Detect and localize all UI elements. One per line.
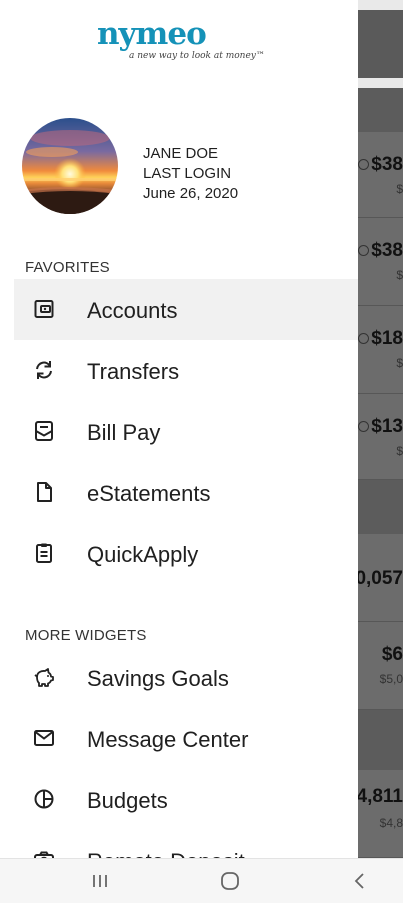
background-subamount: $5,0 <box>379 672 403 686</box>
background-subamount: $4,8 <box>379 816 403 830</box>
mail-icon <box>32 726 56 750</box>
background-amount: $38 <box>371 154 403 175</box>
sunset-photo <box>22 118 118 214</box>
circle-icon <box>358 245 369 256</box>
circle-icon <box>358 333 369 344</box>
user-name: JANE DOE <box>143 145 219 162</box>
circle-icon <box>358 421 369 432</box>
nav-item-accounts[interactable]: Accounts <box>14 279 358 340</box>
background-row: $13 $ <box>358 394 403 480</box>
last-login-date: June 26, 2020 <box>143 185 239 202</box>
more-widgets-heading: MORE WIDGETS <box>25 627 147 644</box>
nav-item-transfers[interactable]: Transfers <box>14 340 358 401</box>
background-row: $38 $ <box>358 218 403 306</box>
nav-item-label: Savings Goals <box>87 666 229 691</box>
camera-icon <box>32 848 56 858</box>
background-row: 0,057 <box>358 534 403 622</box>
nav-item-bill-pay[interactable]: Bill Pay <box>14 401 358 462</box>
background-row: $38 $ <box>358 132 403 218</box>
background-amount: $6 <box>381 644 403 665</box>
logo-text: nymeo <box>97 16 207 52</box>
navigation-drawer: nymeo a new way to look at money™ JANE D… <box>0 0 358 858</box>
nav-item-budgets[interactable]: Budgets <box>14 769 358 830</box>
wallet-icon <box>32 297 56 321</box>
background-subamount: $ <box>396 356 403 370</box>
nav-item-label: Bill Pay <box>87 420 161 445</box>
logo-tagline: a new way to look at money™ <box>129 51 265 61</box>
background-subamount: $ <box>396 182 403 196</box>
nav-item-label: Budgets <box>87 788 168 813</box>
background-section-header <box>358 710 403 770</box>
background-amount: 4,811 <box>358 786 403 807</box>
nav-item-label: Message Center <box>87 727 249 752</box>
background-amount: 0,057 <box>358 568 403 589</box>
background-amount: $38 <box>371 240 403 261</box>
nav-item-label: Remote Deposit <box>87 849 245 858</box>
avatar[interactable] <box>22 118 118 214</box>
clipboard-icon <box>32 541 56 565</box>
favorites-heading: FAVORITES <box>25 259 110 276</box>
profile-text: JANE DOE LAST LOGIN June 26, 2020 <box>143 144 238 204</box>
nav-item-message-center[interactable]: Message Center <box>14 708 358 769</box>
background-row: $18 $ <box>358 306 403 394</box>
background-row: 4,811 $4,8 <box>358 770 403 858</box>
background-section-header <box>358 480 403 534</box>
background-amount: $13 <box>371 416 403 437</box>
nav-item-remote-deposit[interactable]: Remote Deposit <box>14 830 358 858</box>
user-profile: JANE DOE LAST LOGIN June 26, 2020 <box>22 118 342 214</box>
circle-icon <box>358 159 369 170</box>
document-icon <box>32 480 56 504</box>
transfer-icon <box>32 358 56 382</box>
background-subamount: $ <box>396 268 403 282</box>
recents-icon[interactable] <box>84 867 116 895</box>
nav-item-quickapply[interactable]: QuickApply <box>14 523 358 584</box>
nav-item-savings-goals[interactable]: Savings Goals <box>14 647 358 708</box>
background-subamount: $ <box>396 444 403 458</box>
background-section-header <box>358 88 403 132</box>
nav-item-label: QuickApply <box>87 542 199 567</box>
system-navigation-bar <box>0 858 403 903</box>
nav-item-label: Accounts <box>87 298 178 323</box>
home-icon[interactable] <box>214 867 246 895</box>
pie-chart-icon <box>32 787 56 811</box>
background-row: $6 $5,0 <box>358 622 403 710</box>
piggy-bank-icon <box>32 665 56 689</box>
last-login-label: LAST LOGIN <box>143 165 232 182</box>
bill-pay-icon <box>32 419 56 443</box>
brand-logo: nymeo a new way to look at money™ <box>97 16 267 61</box>
background-amount: $18 <box>371 328 403 349</box>
nav-item-label: Transfers <box>87 359 180 384</box>
nav-item-estatements[interactable]: eStatements <box>14 462 358 523</box>
nav-item-label: eStatements <box>87 481 211 506</box>
back-icon[interactable] <box>344 867 376 895</box>
